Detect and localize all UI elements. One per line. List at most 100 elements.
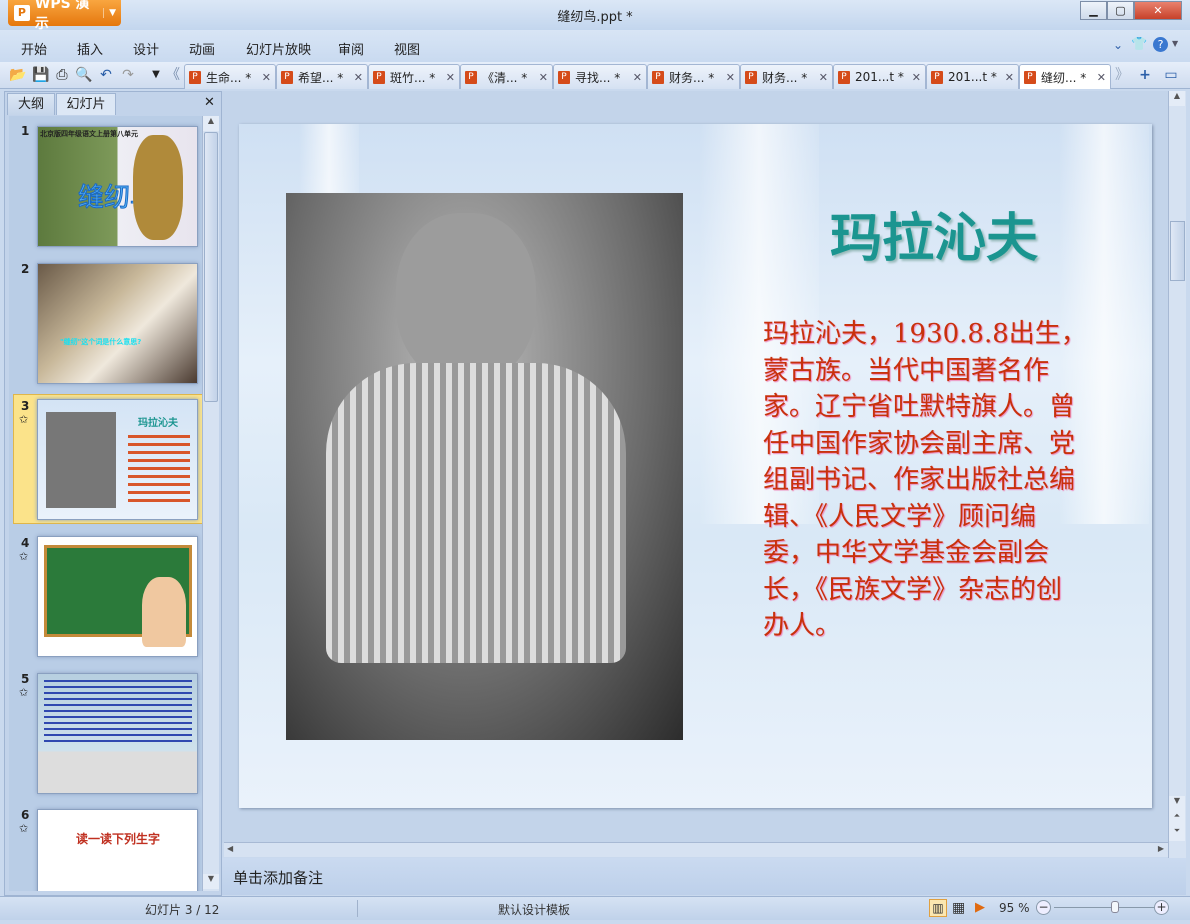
tabs-scroll-left-icon[interactable]: 《 [164, 66, 182, 84]
doc-tab-active[interactable]: P 缝纫... * ✕ [1019, 64, 1111, 89]
close-tab-icon[interactable]: ✕ [633, 71, 642, 84]
print-preview-icon[interactable]: 🔍 [75, 66, 93, 84]
close-tab-icon[interactable]: ✕ [446, 71, 455, 84]
doc-tab-label: 斑竹... * [390, 70, 436, 85]
undo-icon[interactable]: ↶ [97, 66, 115, 84]
help-dropdown-icon[interactable]: ▼ [1172, 39, 1178, 48]
menu-slideshow[interactable]: 幻灯片放映 [246, 39, 311, 58]
menu-view[interactable]: 视图 [394, 39, 420, 58]
maximize-button[interactable]: ▢ [1107, 1, 1134, 20]
zoom-slider[interactable] [1054, 907, 1154, 908]
zoom-level: 95 % [999, 901, 1030, 915]
customize-toolbar-icon[interactable]: ▼ [147, 66, 165, 84]
status-bar: 幻灯片 3 / 12 默认设计模板 ▥ ▦ ▶ 95 % − + [0, 896, 1190, 920]
animation-star-icon: ✩ [19, 550, 29, 563]
doc-tab[interactable]: P 希望... * ✕ [276, 64, 368, 89]
slide-thumbnail-4[interactable] [37, 536, 198, 657]
divider [357, 900, 358, 917]
menu-home[interactable]: 开始 [21, 39, 47, 58]
redo-icon[interactable]: ↷ [119, 66, 137, 84]
doc-tab[interactable]: P 财务... * ✕ [740, 64, 833, 89]
menu-design[interactable]: 设计 [133, 39, 159, 58]
open-icon[interactable]: 📂 [9, 66, 27, 84]
print-icon[interactable]: ⎙ [53, 66, 71, 84]
scroll-thumb[interactable] [204, 132, 218, 402]
doc-tab[interactable]: P 寻找... * ✕ [553, 64, 647, 89]
close-tab-icon[interactable]: ✕ [354, 71, 363, 84]
doc-tab[interactable]: P 生命... * ✕ [184, 64, 276, 89]
next-slide-icon[interactable]: ⏷ [1169, 826, 1185, 841]
doc-tab-label: 财务... * [762, 70, 808, 85]
collapse-ribbon-icon[interactable]: ⌄ [1113, 38, 1123, 52]
slide-canvas[interactable]: 玛拉沁夫 玛拉沁夫，1930.8.8出生， 蒙古族。当代中国著名作家。辽宁省吐默… [239, 124, 1152, 808]
menu-animation[interactable]: 动画 [189, 39, 215, 58]
close-tab-icon[interactable]: ✕ [1005, 71, 1014, 84]
normal-view-icon[interactable]: ▥ [929, 899, 947, 917]
tab-list-icon[interactable]: ▭ [1162, 66, 1180, 84]
slide-thumbnail-1[interactable]: 北京版四年级语文上册第八单元 缝纫鸟 [37, 126, 198, 247]
design-template[interactable]: 默认设计模板 [498, 901, 570, 918]
panel-scrollbar[interactable]: ▲ ▼ [202, 116, 219, 891]
slide-number: 4 [21, 536, 30, 550]
doc-tab-label: 生命... * [206, 70, 252, 85]
doc-tab[interactable]: P 《清... * ✕ [460, 64, 553, 89]
previous-slide-icon[interactable]: ⏶ [1169, 811, 1185, 826]
toolbar: 📂 💾 ⎙ 🔍 ↶ ↷ ▼ 《 P 生命... * ✕ P 希望... * ✕ P 斑竹.… [0, 62, 1190, 89]
scroll-left-icon[interactable]: ◀ [227, 844, 233, 853]
zoom-in-button[interactable]: + [1154, 900, 1169, 915]
editor-horizontal-scrollbar[interactable]: ◀ ▶ [224, 842, 1168, 857]
slide-thumbnail-2[interactable]: "缝纫"这个词是什么意思? [37, 263, 198, 384]
menu-bar: 开始 插入 设计 动画 幻灯片放映 审阅 视图 ⌄ 👕 ? ▼ [0, 30, 1190, 62]
editor-vertical-scrollbar[interactable]: ▲ ▼ ⏶ ⏷ [1168, 91, 1186, 858]
close-tab-icon[interactable]: ✕ [726, 71, 735, 84]
close-tab-icon[interactable]: ✕ [912, 71, 921, 84]
scroll-up-icon[interactable]: ▲ [203, 116, 219, 131]
slide-thumbnail-3[interactable]: 玛拉沁夫 [37, 399, 198, 520]
zoom-out-button[interactable]: − [1036, 900, 1051, 915]
tab-slides[interactable]: 幻灯片 [56, 93, 116, 115]
doc-tab-label: 201...t * [855, 70, 904, 84]
slide-position: 幻灯片 3 / 12 [145, 903, 220, 917]
save-icon[interactable]: 💾 [32, 66, 50, 84]
ppt-file-icon: P [652, 70, 664, 84]
ppt-file-icon: P [465, 70, 477, 84]
zoom-slider-thumb[interactable] [1111, 901, 1120, 913]
close-tab-icon[interactable]: ✕ [262, 71, 271, 84]
scroll-thumb[interactable] [1170, 221, 1185, 281]
doc-tab[interactable]: P 201...t * ✕ [833, 64, 926, 89]
notes-area[interactable]: 单击添加备注 [222, 858, 1186, 895]
tabs-scroll-right-icon[interactable]: 》 [1113, 66, 1131, 84]
thumbnail-text: "缝纫"这个词是什么意思? [60, 338, 142, 346]
slide-thumbnail-5[interactable] [37, 673, 198, 794]
doc-tab[interactable]: P 201...t * ✕ [926, 64, 1019, 89]
scroll-down-icon[interactable]: ▼ [1169, 796, 1185, 811]
slide-sorter-icon[interactable]: ▦ [952, 900, 965, 916]
scroll-up-icon[interactable]: ▲ [1169, 91, 1185, 106]
close-tab-icon[interactable]: ✕ [539, 71, 548, 84]
portrait-photo[interactable] [286, 193, 683, 740]
skin-icon[interactable]: 👕 [1131, 37, 1147, 52]
close-tab-icon[interactable]: ✕ [1097, 71, 1106, 84]
tab-outline[interactable]: 大纲 [7, 93, 55, 115]
new-tab-icon[interactable]: + [1136, 66, 1154, 84]
menu-review[interactable]: 审阅 [338, 39, 364, 58]
slide-editor: 玛拉沁夫 玛拉沁夫，1930.8.8出生， 蒙古族。当代中国著名作家。辽宁省吐默… [222, 91, 1168, 843]
slideshow-icon[interactable]: ▶ [975, 900, 985, 915]
slide-number: 2 [21, 262, 30, 276]
shirt [326, 363, 626, 663]
ppt-file-icon: P [838, 70, 850, 84]
slide-body-text[interactable]: 玛拉沁夫，1930.8.8出生， 蒙古族。当代中国著名作家。辽宁省吐默特旗人。曾… [763, 316, 1085, 645]
minimize-button[interactable]: ▁ [1080, 1, 1107, 20]
scroll-right-icon[interactable]: ▶ [1158, 844, 1164, 853]
doc-tab[interactable]: P 斑竹... * ✕ [368, 64, 460, 89]
close-tab-icon[interactable]: ✕ [819, 71, 828, 84]
doc-tab-label: 缝纫... * [1041, 70, 1087, 85]
help-icon[interactable]: ? [1153, 37, 1168, 52]
scroll-down-icon[interactable]: ▼ [203, 874, 219, 889]
close-button[interactable]: ✕ [1134, 1, 1182, 20]
slide-thumbnail-6[interactable]: 读一读下列生字 [37, 809, 198, 891]
menu-insert[interactable]: 插入 [77, 39, 103, 58]
slide-title[interactable]: 玛拉沁夫 [759, 196, 1109, 271]
close-panel-icon[interactable]: ✕ [204, 95, 215, 110]
doc-tab[interactable]: P 财务... * ✕ [647, 64, 740, 89]
